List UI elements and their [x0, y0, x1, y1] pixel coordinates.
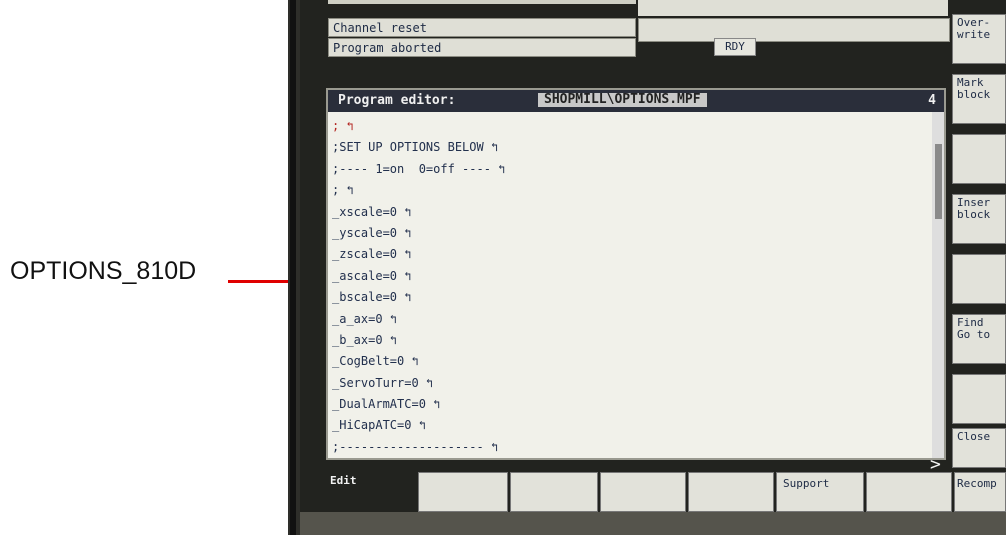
status-program-aborted: Program aborted	[328, 38, 636, 57]
code-line[interactable]: _b_ax=0 ↰	[332, 330, 932, 351]
monitor-bezel-edge	[290, 0, 296, 535]
hsoftkey-4[interactable]	[688, 472, 774, 512]
code-line[interactable]: _bscale=0 ↰	[332, 287, 932, 308]
status-right-panel	[638, 18, 950, 42]
ready-indicator: RDY	[714, 38, 756, 56]
editor-file-path: SHOPMILL\OPTIONS.MPF	[538, 93, 707, 107]
code-line[interactable]: ; ↰	[332, 180, 932, 201]
editor-title-bar: Program editor: SHOPMILL\OPTIONS.MPF 4	[328, 90, 944, 112]
status-right-panel-top	[638, 0, 948, 16]
code-line[interactable]: _HiCapATC=0 ↰	[332, 415, 932, 436]
editor-page-number: 4	[928, 93, 936, 108]
code-line[interactable]: _ServoTurr=0 ↰	[332, 373, 932, 394]
softkey-blank-3[interactable]	[952, 374, 1006, 424]
code-line[interactable]: ; ↰	[332, 116, 932, 137]
hsoftkey-3[interactable]	[600, 472, 686, 512]
code-line[interactable]: _yscale=0 ↰	[332, 223, 932, 244]
softkey-find-goto[interactable]: Find Go to	[952, 314, 1006, 364]
program-editor-window[interactable]: Program editor: SHOPMILL\OPTIONS.MPF 4 ;…	[326, 88, 946, 460]
editor-scroll-thumb[interactable]	[935, 144, 942, 219]
softkey-blank-1[interactable]	[952, 134, 1006, 184]
code-line[interactable]: ;SET UP OPTIONS BELOW ↰	[332, 137, 932, 158]
softkey-insert-block[interactable]: Inser block	[952, 194, 1006, 244]
hsoftkey-recompile[interactable]: Recomp	[954, 472, 1006, 512]
softkey-overwrite[interactable]: Over- write	[952, 14, 1006, 64]
code-line[interactable]: _zscale=0 ↰	[332, 244, 932, 265]
code-line[interactable]: ;---- 1=on 0=off ---- ↰	[332, 159, 932, 180]
editor-title: Program editor:	[338, 93, 456, 108]
softkey-mark-block[interactable]: Mark block	[952, 74, 1006, 124]
code-line[interactable]: ;-------------------- ↰	[332, 437, 932, 458]
status-channel-reset: Channel reset	[328, 18, 636, 37]
editor-code-lines[interactable]: ; ↰ ;SET UP OPTIONS BELOW ↰ ;---- 1=on 0…	[332, 116, 932, 458]
hsoftkey-support[interactable]: Support	[776, 472, 864, 512]
status-top-strip	[328, 0, 636, 4]
hsoftkey-6[interactable]	[866, 472, 952, 512]
monitor-bezel-bottom	[300, 512, 1006, 535]
softkey-blank-2[interactable]	[952, 254, 1006, 304]
code-line[interactable]: _xscale=0 ↰	[332, 202, 932, 223]
edit-mode-label: Edit	[330, 474, 357, 487]
code-line[interactable]: _DualArmATC=0 ↰	[332, 394, 932, 415]
code-line[interactable]: _ascale=0 ↰	[332, 266, 932, 287]
softkey-close[interactable]: Close	[952, 428, 1006, 468]
code-line[interactable]: _a_ax=0 ↰	[332, 309, 932, 330]
options-810d-callout-label: OPTIONS_810D	[10, 257, 197, 285]
hsoftkey-1[interactable]	[418, 472, 508, 512]
hsoftkey-2[interactable]	[510, 472, 598, 512]
code-line[interactable]: _CogBelt=0 ↰	[332, 351, 932, 372]
editor-scrollbar[interactable]	[932, 112, 944, 458]
